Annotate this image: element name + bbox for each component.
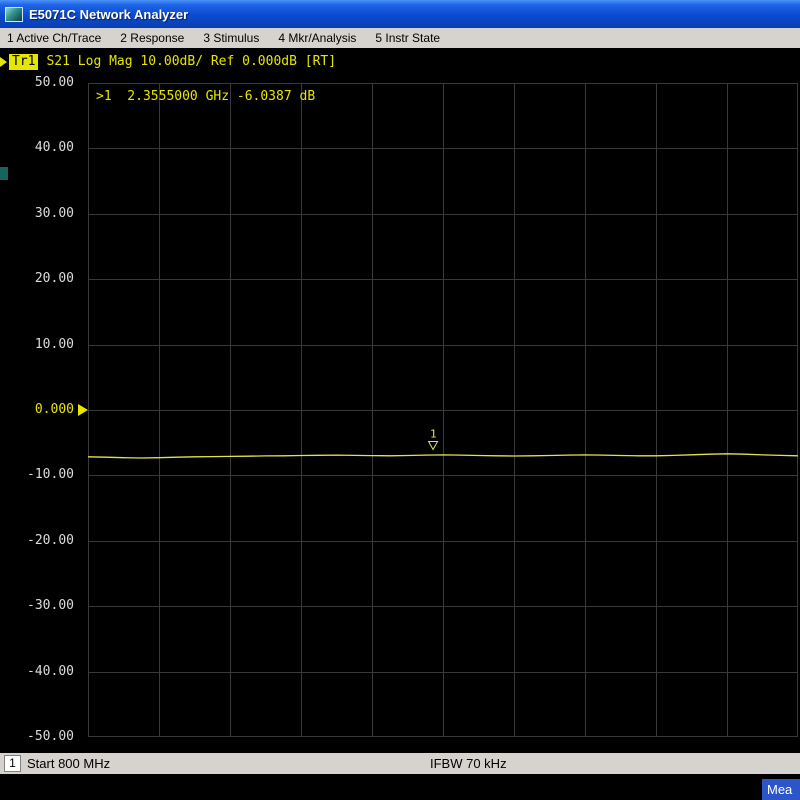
y-tick-label: 40.00 <box>2 140 74 155</box>
trace-status-bar: Tr1 S21 Log Mag 10.00dB/ Ref 0.000dB [RT… <box>0 53 336 70</box>
meas-softkey[interactable]: Mea <box>762 779 800 800</box>
y-tick-label: -40.00 <box>2 664 74 679</box>
window-title: E5071C Network Analyzer <box>29 7 188 22</box>
y-tick-label: -10.00 <box>2 467 74 482</box>
y-tick-label: 30.00 <box>2 206 74 221</box>
graph-area: 1 <box>88 83 798 737</box>
y-tick-label: 10.00 <box>2 337 74 352</box>
ifbw-label: IFBW 70 kHz <box>430 756 507 771</box>
menu-instr-state[interactable]: 5 Instr State <box>375 31 440 45</box>
start-frequency-label: Start 800 MHz <box>27 756 110 771</box>
trace1-settings: S21 Log Mag 10.00dB/ Ref 0.000dB [RT] <box>46 54 336 69</box>
screen-artifact <box>0 167 8 180</box>
menu-bar: 1 Active Ch/Trace 2 Response 3 Stimulus … <box>0 28 800 48</box>
network-analyzer-screen: E5071C Network Analyzer 1 Active Ch/Trac… <box>0 0 800 800</box>
trace-plot: 1 <box>88 83 798 737</box>
menu-response[interactable]: 2 Response <box>120 31 184 45</box>
marker1-number: 1 <box>430 427 437 440</box>
active-trace-arrow-icon <box>0 57 7 67</box>
y-tick-label: -20.00 <box>2 533 74 548</box>
window-titlebar[interactable]: E5071C Network Analyzer <box>0 0 800 28</box>
y-tick-label: -30.00 <box>2 598 74 613</box>
menu-active-ch-trace[interactable]: 1 Active Ch/Trace <box>7 31 101 45</box>
y-tick-label: 50.00 <box>2 75 74 90</box>
reference-level-marker-icon[interactable] <box>78 404 88 416</box>
trace1-badge[interactable]: Tr1 <box>9 54 38 70</box>
menu-mkr-analysis[interactable]: 4 Mkr/Analysis <box>278 31 356 45</box>
app-icon <box>5 7 23 22</box>
marker1-icon[interactable] <box>429 441 438 449</box>
status-bar: 1 Start 800 MHz IFBW 70 kHz <box>0 753 800 774</box>
y-tick-label: 0.000 <box>2 402 74 417</box>
y-tick-label: 20.00 <box>2 271 74 286</box>
menu-stimulus[interactable]: 3 Stimulus <box>203 31 259 45</box>
y-tick-label: -50.00 <box>2 729 74 744</box>
channel-indicator: 1 <box>4 755 21 772</box>
marker-readout: >1 2.3555000 GHz -6.0387 dB <box>96 89 315 104</box>
y-axis-labels: 50.0040.0030.0020.0010.000.000-10.00-20.… <box>0 83 80 737</box>
